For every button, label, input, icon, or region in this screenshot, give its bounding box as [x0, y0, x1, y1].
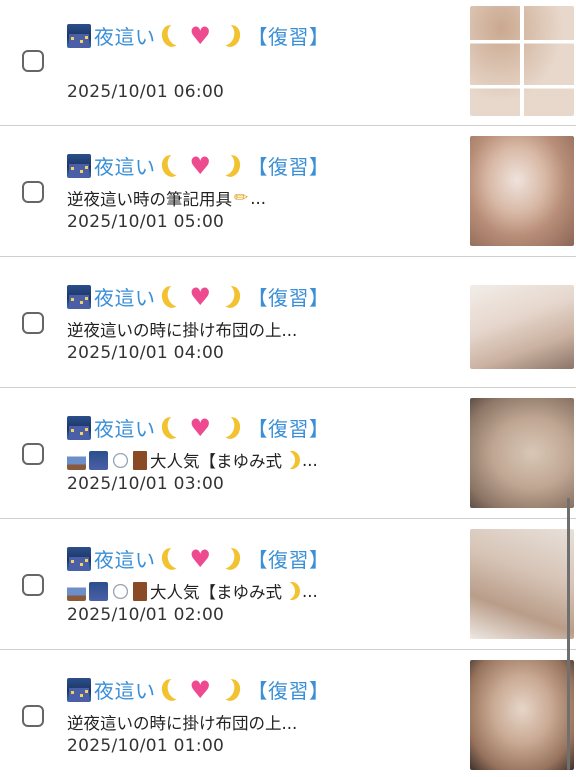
title-tag: 【復習】 [247, 155, 330, 179]
select-checkbox[interactable] [22, 574, 44, 596]
item-date: 2025/10/01 02:00 [67, 605, 225, 625]
thumbnail-image[interactable] [470, 529, 574, 639]
item-date: 2025/10/01 06:00 [67, 82, 225, 102]
heart-icon: ♥ [189, 21, 212, 50]
city-night-icon [89, 450, 108, 470]
crescent-moon-icon [219, 23, 242, 49]
crescent-moon-icon [159, 23, 182, 49]
crescent-moon-icon [159, 677, 182, 703]
list-item[interactable]: 夜這い ♥ 【復習】 大人気【まゆみ式 ... 2025/10/01 03:00 [0, 388, 576, 519]
heart-icon: ♥ [189, 675, 212, 704]
crescent-moon-icon [159, 415, 182, 441]
city-night-icon [67, 284, 91, 309]
city-night-icon [67, 23, 91, 48]
item-date: 2025/10/01 03:00 [67, 474, 225, 494]
item-title[interactable]: 夜這い ♥ 【復習】 [67, 675, 330, 704]
snippet-text: 大人気【まゆみ式 [150, 583, 282, 602]
title-tag: 【復習】 [247, 548, 330, 572]
item-date: 2025/10/01 01:00 [67, 736, 225, 756]
crescent-moon-icon [219, 677, 242, 703]
city-night-icon [67, 677, 91, 702]
title-text: 夜這い [94, 286, 156, 310]
door-icon [133, 450, 147, 470]
heart-icon: ♥ [189, 282, 212, 311]
message-list: 夜這い ♥ 【復習】 2025/10/01 06:00 夜這い ♥ 【復習】 逆… [0, 0, 576, 777]
item-title[interactable]: 夜這い ♥ 【復習】 [67, 413, 330, 442]
list-item[interactable]: 夜這い ♥ 【復習】 大人気【まゆみ式 ... 2025/10/01 02:00 [0, 519, 576, 650]
heart-icon: ♥ [189, 544, 212, 573]
item-date: 2025/10/01 05:00 [67, 212, 225, 232]
thought-bubble-icon [111, 450, 130, 470]
city-night-icon [67, 415, 91, 440]
heart-icon: ♥ [189, 151, 212, 180]
title-tag: 【復習】 [247, 286, 330, 310]
item-snippet: 逆夜這いの時に掛け布団の上... [67, 321, 298, 340]
item-title[interactable]: 夜這い ♥ 【復習】 [67, 151, 330, 180]
snippet-ellipsis: ... [302, 581, 318, 601]
heart-icon: ♥ [189, 413, 212, 442]
thumbnail-image[interactable] [470, 398, 574, 508]
item-title[interactable]: 夜這い ♥ 【復習】 [67, 282, 330, 311]
title-tag: 【復習】 [247, 679, 330, 703]
title-text: 夜這い [94, 548, 156, 572]
scrollbar[interactable] [567, 498, 570, 770]
crescent-moon-icon [284, 451, 300, 469]
title-tag: 【復習】 [247, 417, 330, 441]
crescent-moon-icon [159, 546, 182, 572]
title-text: 夜這い [94, 679, 156, 703]
select-checkbox[interactable] [22, 312, 44, 334]
snippet-ellipsis: ... [302, 450, 318, 470]
bed-icon [67, 581, 86, 601]
thumbnail-image[interactable] [470, 136, 574, 246]
list-item[interactable]: 夜這い ♥ 【復習】 2025/10/01 06:00 [0, 0, 576, 126]
list-item[interactable]: 夜這い ♥ 【復習】 逆夜這いの時に掛け布団の上... 2025/10/01 0… [0, 257, 576, 388]
item-title[interactable]: 夜這い ♥ 【復習】 [67, 544, 330, 573]
door-icon [133, 581, 147, 601]
select-checkbox[interactable] [22, 705, 44, 727]
title-text: 夜這い [94, 25, 156, 49]
select-checkbox[interactable] [22, 181, 44, 203]
city-night-icon [89, 581, 108, 601]
snippet-text: 大人気【まゆみ式 [150, 452, 282, 471]
list-item[interactable]: 夜這い ♥ 【復習】 逆夜這いの時に掛け布団の上... 2025/10/01 0… [0, 650, 576, 777]
crescent-moon-icon [219, 415, 242, 441]
list-item[interactable]: 夜這い ♥ 【復習】 逆夜這い時の筆記用具 ✏ ... 2025/10/01 0… [0, 126, 576, 257]
crescent-moon-icon [219, 153, 242, 179]
snippet-ellipsis: ... [250, 188, 266, 208]
crescent-moon-icon [159, 284, 182, 310]
thought-bubble-icon [111, 581, 130, 601]
select-checkbox[interactable] [22, 50, 44, 72]
thumbnail-image[interactable] [470, 285, 574, 369]
title-tag: 【復習】 [247, 25, 330, 49]
thumbnail-image[interactable] [470, 6, 574, 116]
item-date: 2025/10/01 04:00 [67, 343, 225, 363]
crescent-moon-icon [219, 546, 242, 572]
city-night-icon [67, 546, 91, 571]
snippet-text: 逆夜這い時の筆記用具 [67, 190, 232, 209]
crescent-moon-icon [159, 153, 182, 179]
item-title[interactable]: 夜這い ♥ 【復習】 [67, 21, 330, 50]
crescent-moon-icon [284, 582, 300, 600]
thumbnail-image[interactable] [470, 660, 574, 770]
city-night-icon [67, 153, 91, 178]
bed-icon [67, 450, 86, 470]
item-snippet: 逆夜這いの時に掛け布団の上... [67, 714, 298, 733]
title-text: 夜這い [94, 417, 156, 441]
pencil-icon: ✏ [234, 188, 249, 208]
select-checkbox[interactable] [22, 443, 44, 465]
item-snippet: 逆夜這い時の筆記用具 ✏ ... [67, 186, 266, 210]
item-snippet: 大人気【まゆみ式 ... [67, 448, 318, 472]
crescent-moon-icon [219, 284, 242, 310]
item-snippet: 大人気【まゆみ式 ... [67, 579, 318, 603]
title-text: 夜這い [94, 155, 156, 179]
